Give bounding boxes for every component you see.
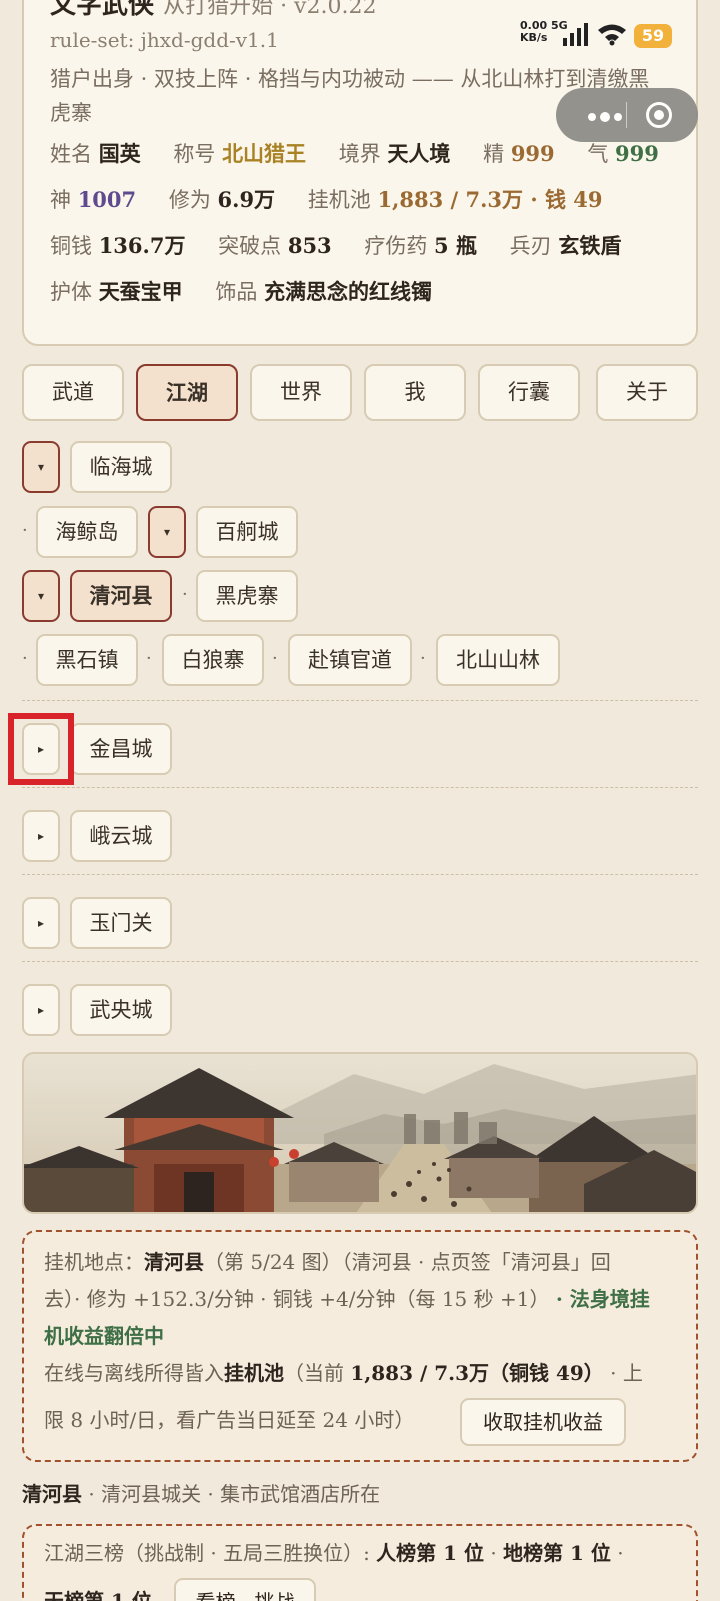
network-speed: 0.00 5G KB/s xyxy=(520,19,568,44)
town-illustration xyxy=(22,1052,698,1214)
qi-value: 999 xyxy=(615,141,659,166)
toggle-wuyang[interactable]: ▸ xyxy=(22,984,60,1036)
region-haijing[interactable]: 海鲸岛 xyxy=(36,506,138,558)
divider xyxy=(22,787,698,788)
view-rank-challenge-button[interactable]: 看榜 · 挑战 xyxy=(174,1578,316,1601)
tab-me[interactable]: 我 xyxy=(364,364,466,421)
pool-value: 1,883 / 7.3万 · 钱 49 xyxy=(377,187,603,212)
tab-about[interactable]: 关于 xyxy=(596,364,698,421)
armor-value: 天蚕宝甲 xyxy=(98,279,183,304)
idle-info-panel: 挂机地点：清河县（第 5/24 图）（清河县 · 点页签「清河县」回 去）· 修… xyxy=(22,1230,698,1462)
idle-location: 清河县 xyxy=(144,1250,204,1274)
close-miniprogram-button[interactable] xyxy=(642,98,676,132)
divider xyxy=(22,700,698,701)
rankings-panel: 江湖三榜（挑战制 · 五局三胜换位）: 人榜第 1 位 · 地榜第 1 位 · … xyxy=(22,1524,698,1601)
stats-row-2: 神 1007 修为 6.9万 挂机池 1,883 / 7.3万 · 钱 49 xyxy=(50,187,603,212)
highlight-box xyxy=(8,713,74,785)
signal-icon xyxy=(563,23,588,46)
more-dots-icon xyxy=(588,113,596,121)
tab-wudao[interactable]: 武道 xyxy=(22,364,124,421)
more-options-button[interactable] xyxy=(578,98,630,132)
region-heishi[interactable]: 黑石镇 xyxy=(36,634,138,686)
toggle-eyun[interactable]: ▸ xyxy=(22,810,60,862)
region-yumen[interactable]: 玉门关 xyxy=(70,897,172,949)
name-value: 国英 xyxy=(98,141,141,166)
region-jinchang[interactable]: 金昌城 xyxy=(70,723,172,775)
region-linhai[interactable]: 临海城 xyxy=(70,441,172,493)
claim-idle-reward-button[interactable]: 收取挂机收益 xyxy=(460,1398,626,1446)
toggle-yumen[interactable]: ▸ xyxy=(22,897,60,949)
status-bar: 0.00 5G KB/s 59 xyxy=(0,0,720,50)
battery-indicator: 59 xyxy=(634,24,672,48)
wifi-icon xyxy=(598,24,626,46)
breakthrough-value: 853 xyxy=(287,233,332,258)
weapon-value: 玄铁盾 xyxy=(558,233,622,258)
profile-card: 文字武侠 从打猎开始 · v2.0.22 rule-set: jhxd-gdd-… xyxy=(22,0,698,346)
region-eyun[interactable]: 峨云城 xyxy=(70,810,172,862)
shen-value: 1007 xyxy=(77,187,137,212)
miniprogram-capsule xyxy=(556,88,698,142)
region-beishan[interactable]: 北山山林 xyxy=(436,634,560,686)
region-bailang[interactable]: 白狼寨 xyxy=(162,634,264,686)
accessory-value: 充满思念的红线镯 xyxy=(264,279,433,304)
jing-value: 999 xyxy=(510,141,555,166)
region-heihu[interactable]: 黑虎寨 xyxy=(196,570,298,622)
stats-row-1: 姓名 国英 称号 北山猎王 境界 天人境 精 999 气 999 xyxy=(50,141,659,166)
coin-value: 136.7万 xyxy=(98,233,186,258)
potion-value: 5 瓶 xyxy=(434,233,477,258)
town-painting-icon xyxy=(24,1054,696,1212)
toggle-linhai[interactable]: ▾ xyxy=(22,441,60,493)
toggle-qinghe[interactable]: ▾ xyxy=(22,570,60,622)
divider xyxy=(22,961,698,962)
title-value: 北山猎王 xyxy=(222,141,307,166)
region-fuzhen[interactable]: 赴镇官道 xyxy=(288,634,412,686)
tab-world[interactable]: 世界 xyxy=(250,364,352,421)
divider xyxy=(22,874,698,875)
region-wuyang[interactable]: 武央城 xyxy=(70,984,172,1036)
region-baige[interactable]: 百舸城 xyxy=(196,506,298,558)
stats-row-3: 铜钱 136.7万 突破点 853 疗伤药 5 瓶 兵刃 玄铁盾 xyxy=(50,233,622,258)
realm-value: 天人境 xyxy=(387,141,451,166)
xiuwei-value: 6.9万 xyxy=(217,187,276,212)
location-description: 清河县 · 清河县城关 · 集市武馆酒店所在 xyxy=(22,1482,381,1506)
stats-row-4: 护体 天蚕宝甲 饰品 充满思念的红线镯 xyxy=(50,279,433,304)
tab-bag[interactable]: 行囊 xyxy=(478,364,580,421)
region-qinghe[interactable]: 清河县 xyxy=(70,570,172,622)
tab-jianghu[interactable]: 江湖 xyxy=(136,364,238,421)
toggle-baige[interactable]: ▾ xyxy=(148,506,186,558)
